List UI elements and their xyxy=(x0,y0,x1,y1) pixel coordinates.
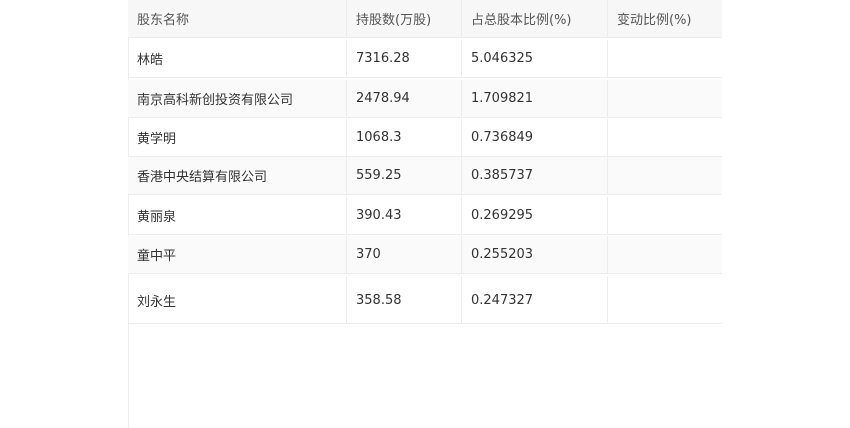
table-row: 刘永生 358.58 0.247327 xyxy=(128,277,722,324)
cell-share-ratio: 0.255203 xyxy=(462,236,608,273)
table-row: 南京高科新创投资有限公司 2478.94 1.709821 xyxy=(128,80,722,118)
cell-shareholder-name: 黄学明 xyxy=(128,119,347,156)
cell-share-ratio: 0.736849 xyxy=(462,119,608,156)
cell-shares-held: 358.58 xyxy=(347,277,462,323)
table-header-row: 股东名称 持股数(万股) 占总股本比例(%) 变动比例(%) xyxy=(128,0,722,38)
table-row: 林皓 7316.28 5.046325 xyxy=(128,40,722,78)
cell-shares-held: 390.43 xyxy=(347,197,462,234)
header-shareholder-name: 股东名称 xyxy=(128,0,347,37)
cell-change-ratio xyxy=(608,236,722,273)
cell-change-ratio xyxy=(608,80,722,117)
page: 股东名称 持股数(万股) 占总股本比例(%) 变动比例(%) 林皓 7316.2… xyxy=(0,0,850,428)
cell-change-ratio xyxy=(608,277,722,323)
cell-share-ratio: 0.269295 xyxy=(462,197,608,234)
table-row: 香港中央结算有限公司 559.25 0.385737 xyxy=(128,157,722,195)
cell-shares-held: 7316.28 xyxy=(347,40,462,77)
cell-shares-held: 370 xyxy=(347,236,462,273)
cell-shareholder-name: 香港中央结算有限公司 xyxy=(128,157,347,194)
cell-shareholder-name: 南京高科新创投资有限公司 xyxy=(128,80,347,117)
cell-shares-held: 1068.3 xyxy=(347,119,462,156)
cell-share-ratio: 1.709821 xyxy=(462,80,608,117)
cell-share-ratio: 5.046325 xyxy=(462,40,608,77)
table-row: 黄丽泉 390.43 0.269295 xyxy=(128,197,722,235)
cell-shares-held: 559.25 xyxy=(347,157,462,194)
cell-change-ratio xyxy=(608,40,722,77)
cell-share-ratio: 0.247327 xyxy=(462,277,608,323)
table-row: 黄学明 1068.3 0.736849 xyxy=(128,119,722,157)
cell-shareholder-name: 黄丽泉 xyxy=(128,197,347,234)
cell-change-ratio xyxy=(608,119,722,156)
table-row: 童中平 370 0.255203 xyxy=(128,236,722,274)
cell-change-ratio xyxy=(608,197,722,234)
header-change-ratio: 变动比例(%) xyxy=(617,13,692,28)
cell-shares-held: 2478.94 xyxy=(347,80,462,117)
header-share-ratio: 占总股本比例(%) xyxy=(462,0,608,37)
header-shares-held: 持股数(万股) xyxy=(347,0,462,37)
cell-share-ratio: 0.385737 xyxy=(462,157,608,194)
cell-shareholder-name: 林皓 xyxy=(128,40,347,77)
cell-shareholder-name: 童中平 xyxy=(128,236,347,273)
cell-change-ratio xyxy=(608,157,722,194)
cell-shareholder-name: 刘永生 xyxy=(128,277,347,323)
